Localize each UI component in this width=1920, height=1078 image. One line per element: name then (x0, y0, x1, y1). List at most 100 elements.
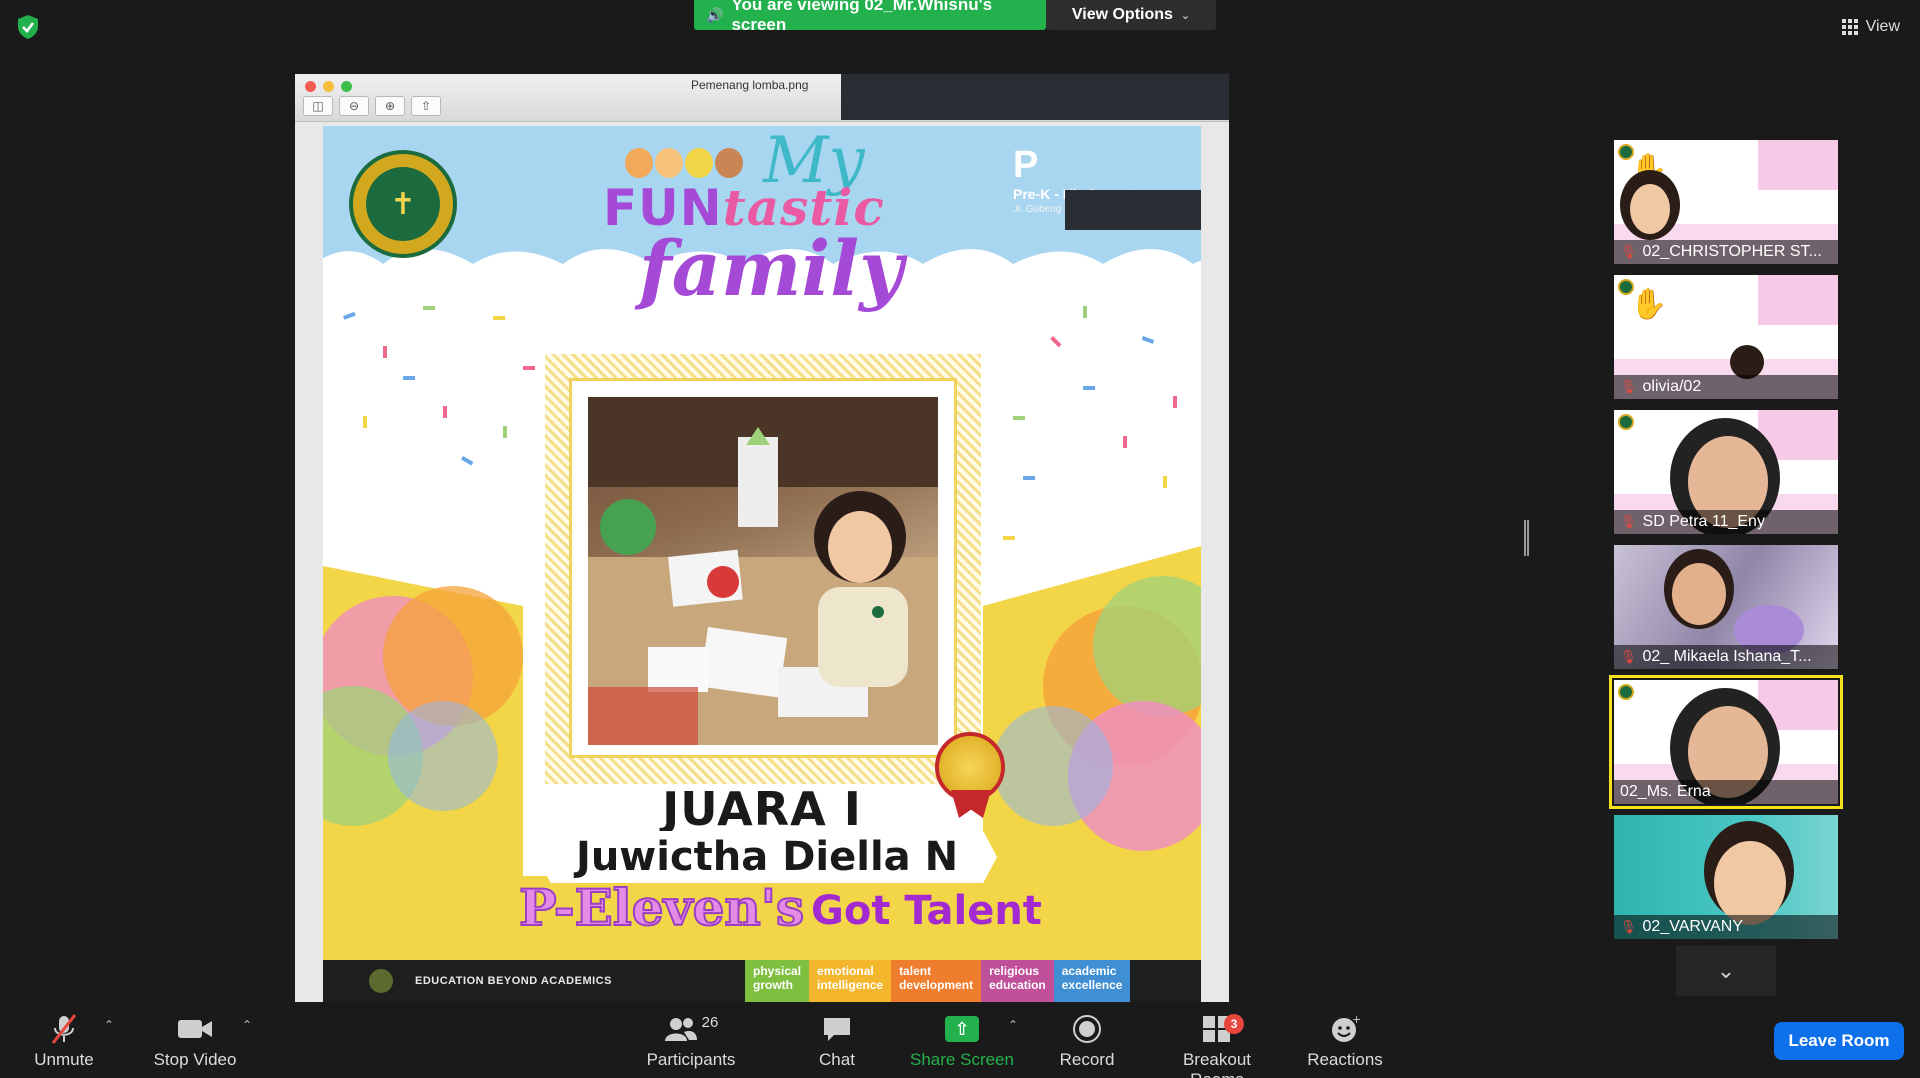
pillar-line1: talent (899, 964, 932, 978)
participant-label: 🎙 02_CHRISTOPHER ST... (1614, 240, 1838, 264)
event-name-p-eleven: P-Eleven's (518, 877, 805, 938)
view-options-button[interactable]: View Options ⌄ (1046, 0, 1216, 30)
panel-resize-handle[interactable] (1524, 520, 1529, 556)
view-label: View (1865, 18, 1900, 35)
participant-tile[interactable]: ✋🎙02_CHRISTOPHER ST... (1614, 140, 1838, 264)
pillar-item: physical growth (745, 960, 810, 1002)
zoom-out-icon: ⊖ (339, 96, 369, 116)
record-label: Record (1059, 1050, 1115, 1069)
rank-title: JUARA I (662, 782, 862, 836)
participant-name: 02_VARVANY (1642, 918, 1744, 935)
preview-toolbar-left: ◫ ⊖ ⊕ ⇧ (303, 96, 441, 116)
participant-label: 🎙 02_VARVANY (1614, 915, 1838, 939)
close-window-icon (305, 81, 316, 92)
zoom-in-icon: ⊕ (375, 96, 405, 116)
pillar-item: talent development (891, 960, 982, 1002)
stop-video-button[interactable]: Stop Video (150, 1012, 240, 1070)
breakout-rooms-badge: 3 (1224, 1014, 1244, 1034)
pillar-item: emotional intelligence (809, 960, 892, 1002)
grid-icon (1841, 19, 1858, 35)
participant-label: 🎙 olivia/02 (1614, 375, 1838, 399)
breakout-rooms-button[interactable]: 3 Breakout Rooms (1154, 1012, 1280, 1078)
mic-muted-icon (28, 1012, 100, 1046)
participants-label: Participants (646, 1050, 736, 1069)
shared-screen[interactable]: Pemenang lomba.png ◫ ⊖ ⊕ ⇧ ✎ ↻ ◉ ⚲ (295, 74, 1229, 1002)
unmute-button[interactable]: Unmute (28, 1012, 100, 1070)
mic-muted-icon: 🎙 (1620, 649, 1637, 664)
pillar-item: religious education (981, 960, 1054, 1002)
mini-logo-icon (1618, 414, 1634, 430)
breakout-rooms-icon: 3 (1154, 1012, 1280, 1046)
raised-hand-icon: ✋ (1630, 288, 1668, 321)
winner-photo (588, 397, 938, 745)
pillar-line2: growth (753, 978, 793, 992)
audio-options-caret-icon[interactable]: ⌃ (104, 1018, 114, 1032)
event-name-got-talent: Got Talent (811, 888, 1042, 934)
mic-muted-icon: 🎙 (1620, 514, 1637, 529)
reactions-label: Reactions (1307, 1050, 1383, 1069)
reactions-button[interactable]: + Reactions (1300, 1012, 1390, 1070)
pillar-line1: physical (753, 964, 802, 978)
pillar-line2: development (899, 978, 974, 992)
redacted-overlay (841, 74, 1229, 120)
breakout-rooms-label: Breakout Rooms (1182, 1050, 1252, 1078)
pillar-line2: excellence (1061, 978, 1123, 992)
share-screen-arrow-icon: ⇧ (945, 1016, 979, 1042)
view-layout-button[interactable]: View (1841, 14, 1900, 40)
shared-filename: Pemenang lomba.png (691, 78, 809, 92)
chevron-down-icon: ⌄ (1716, 958, 1736, 983)
pillar-line2: education (989, 978, 1046, 992)
share-screen-label: Share Screen (910, 1050, 1014, 1069)
video-options-caret-icon[interactable]: ⌃ (242, 1018, 252, 1032)
winner-name: Juwictha Diella N (575, 834, 959, 880)
share-options-caret-icon[interactable]: ⌃ (1008, 1018, 1018, 1032)
participant-tile[interactable]: 🎙 02_VARVANY (1614, 815, 1838, 939)
participant-label: 🎙 02_ Mikaela Ishana_T... (1614, 645, 1838, 669)
participant-tile[interactable]: 🎙 SD Petra 11_Eny (1614, 410, 1838, 534)
view-options-label: View Options (1071, 6, 1173, 23)
participant-name: olivia/02 (1642, 378, 1702, 395)
cartoon-kids-icon (625, 148, 743, 178)
winner-photo-illustration (588, 397, 938, 745)
chat-label: Chat (819, 1050, 855, 1069)
meeting-controls: Unmute ⌃ Stop Video ⌃ 26 Participants Ch… (0, 1004, 1920, 1078)
record-button[interactable]: Record (1050, 1012, 1124, 1070)
participants-count: 26 (701, 1013, 719, 1031)
viewing-banner-text: You are viewing 02_Mr.Whisnu's screen (731, 0, 993, 34)
share-icon: ⇧ (411, 96, 441, 116)
gallery-scroll-down-button[interactable]: ⌄ (1676, 946, 1776, 996)
mic-muted-icon: 🎙 (1620, 379, 1637, 394)
chat-bubble-icon (800, 1012, 874, 1046)
participant-tile[interactable]: ✋ 🎙 olivia/02 (1614, 275, 1838, 399)
winner-name-band: Juwictha Diella N (537, 831, 997, 883)
viewing-screen-banner: 🔊 You are viewing 02_Mr.Whisnu's screen (694, 0, 1046, 34)
leave-room-button[interactable]: Leave Room (1774, 1022, 1904, 1060)
participant-tile[interactable]: 🎙 02_ Mikaela Ishana_T... (1614, 545, 1838, 669)
school-logo-cross-icon: ✝ (366, 167, 440, 241)
speaker-icon: 🔊 (706, 6, 724, 23)
participant-tile[interactable]: 02_Ms. Erna (1609, 675, 1843, 809)
winner-poster: ✝ P Pre-K - Kindergarten Jl. Gubeng Kert… (323, 126, 1201, 1002)
record-icon (1050, 1012, 1124, 1046)
participant-name: 02_Ms. Erna (1620, 783, 1711, 800)
zoom-window-icon (341, 81, 352, 92)
zoom-meeting-window: 🔊 You are viewing 02_Mr.Whisnu's screen … (0, 0, 1920, 1078)
footer-slogan: EDUCATION BEYOND ACADEMICS (415, 975, 612, 987)
pillar-line1: religious (989, 964, 1040, 978)
stop-video-label: Stop Video (153, 1050, 237, 1069)
participant-name: SD Petra 11_Eny (1642, 513, 1765, 530)
participant-label: 🎙 SD Petra 11_Eny (1614, 510, 1838, 534)
security-shield-icon[interactable] (16, 14, 40, 40)
share-screen-button[interactable]: ⇧ Share Screen (906, 1012, 1018, 1070)
footer-logo-icon (369, 969, 393, 993)
school-letter: P (1013, 144, 1039, 186)
unmute-label: Unmute (34, 1050, 94, 1069)
pillar-item: academic excellence (1053, 960, 1131, 1002)
poster-footer: EDUCATION BEYOND ACADEMICS physical growt… (323, 960, 1201, 1002)
sidebar-toggle-icon: ◫ (303, 96, 333, 116)
participants-button[interactable]: 26 Participants (642, 1012, 740, 1070)
chat-button[interactable]: Chat (800, 1012, 874, 1070)
participant-name: 02_ Mikaela Ishana_T... (1642, 648, 1812, 665)
redacted-overlay-2 (1065, 190, 1201, 230)
chevron-down-icon: ⌄ (1180, 9, 1191, 22)
